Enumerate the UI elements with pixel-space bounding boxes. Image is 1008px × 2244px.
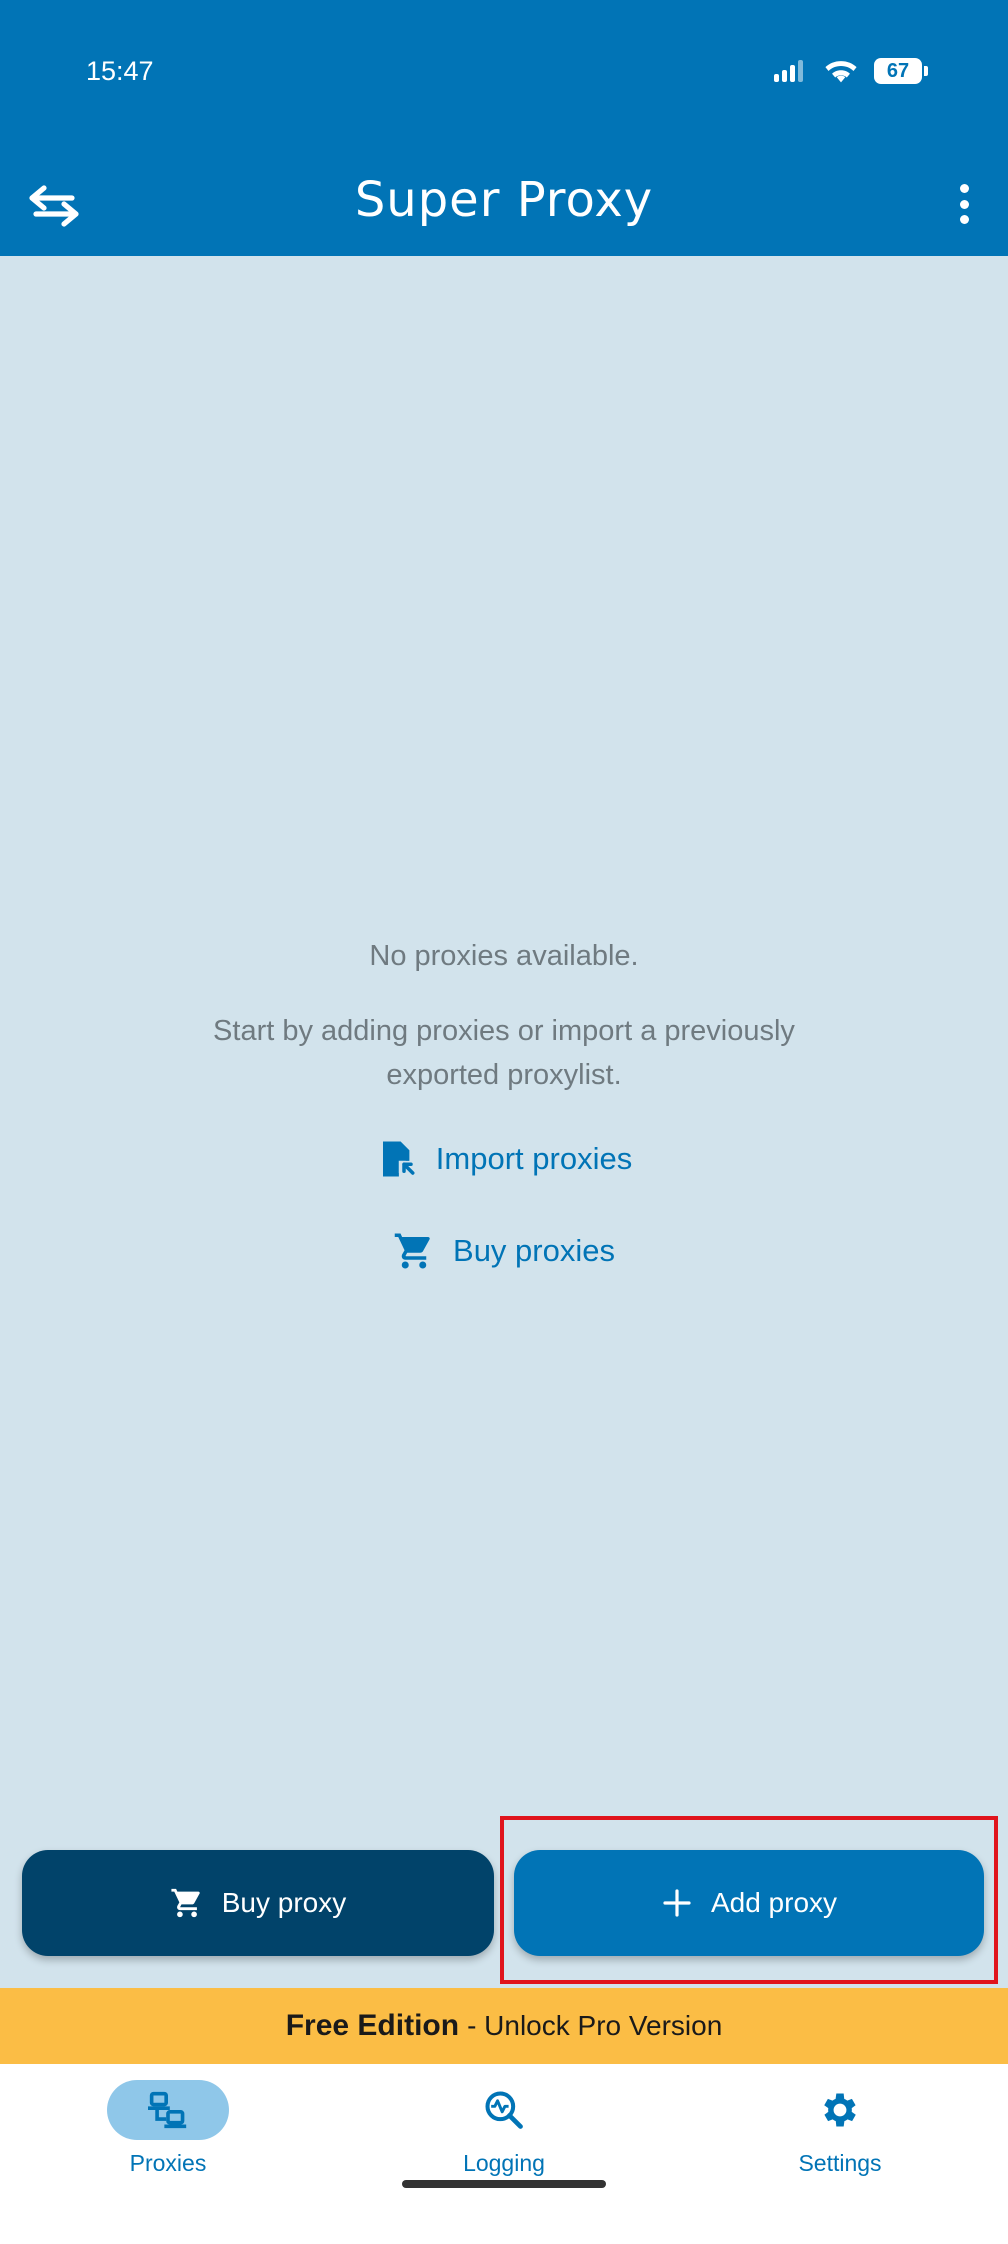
- buy-proxy-label: Buy proxy: [221, 1887, 347, 1918]
- empty-state-title: No proxies available.: [369, 940, 639, 972]
- cart-icon: [394, 1233, 430, 1269]
- app-title: Super Proxy: [354, 172, 654, 228]
- unlock-pro-label: - Unlock Pro Version: [467, 2010, 723, 2041]
- import-proxies-link[interactable]: Import proxies: [0, 1131, 1008, 1187]
- unlock-pro-banner[interactable]: Free Edition - Unlock Pro Version: [0, 1988, 1008, 2064]
- nav-label-settings: Settings: [798, 2150, 882, 2176]
- plus-icon: [663, 1889, 691, 1917]
- status-icons: 67: [774, 58, 928, 84]
- home-indicator[interactable]: [402, 2180, 606, 2188]
- wifi-icon: [825, 61, 857, 83]
- more-menu-icon[interactable]: [944, 178, 984, 230]
- app-root: 15:47 67 Super Proxy No proxies availabl…: [0, 0, 1008, 2244]
- file-import-icon: [382, 1141, 415, 1177]
- nav-label-logging: Logging: [463, 2150, 545, 2176]
- empty-state: No proxies available. Start by adding pr…: [0, 940, 1008, 1279]
- add-proxy-label: Add proxy: [710, 1887, 838, 1918]
- status-time: 15:47: [86, 56, 154, 86]
- add-proxy-button[interactable]: Add proxy: [514, 1850, 984, 1956]
- nav-item-logging[interactable]: Logging: [404, 2080, 604, 2177]
- settings-icon: [779, 2080, 901, 2140]
- buy-proxies-link[interactable]: Buy proxies: [0, 1223, 1008, 1279]
- buy-proxy-button[interactable]: Buy proxy: [22, 1850, 494, 1956]
- free-edition-label: Free Edition: [285, 2009, 460, 2042]
- top-bar: 15:47 67 Super Proxy: [0, 0, 1008, 256]
- nav-label-proxies: Proxies: [129, 2150, 207, 2176]
- import-proxies-label: Import proxies: [435, 1141, 633, 1176]
- signal-icon: [774, 60, 808, 82]
- proxies-icon: [107, 2080, 229, 2140]
- buy-proxies-label: Buy proxies: [453, 1233, 615, 1268]
- logging-icon: [443, 2080, 565, 2140]
- cart-icon: [171, 1888, 200, 1918]
- bottom-navigation: Proxies Logging Settings: [0, 2064, 1008, 2244]
- nav-item-settings[interactable]: Settings: [740, 2080, 940, 2177]
- empty-state-description: Start by adding proxies or import a prev…: [213, 1015, 795, 1091]
- nav-item-proxies[interactable]: Proxies: [68, 2080, 268, 2177]
- battery-icon: 67: [874, 58, 928, 84]
